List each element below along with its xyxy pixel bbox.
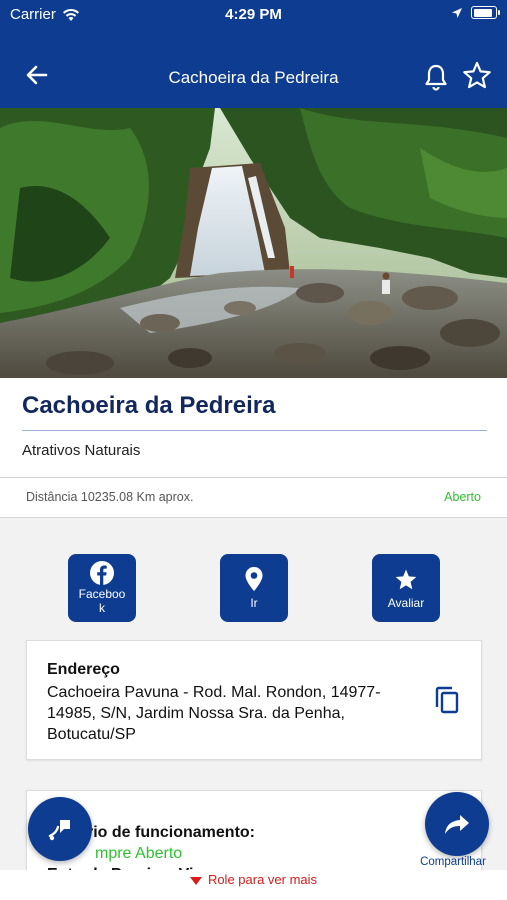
- distance-text: Distância 10235.08 Km aprox.: [26, 490, 194, 504]
- directions-button[interactable]: Ir: [220, 554, 288, 622]
- open-status-badge: Aberto: [444, 490, 481, 504]
- share-arrow-icon: [445, 815, 469, 834]
- voice-assist-button[interactable]: [28, 797, 92, 861]
- share-button[interactable]: [425, 792, 489, 856]
- navigation-bar: Cachoeira da Pedreira: [0, 30, 507, 108]
- address-card: Endereço Cachoeira Pavuna - Rod. Mal. Ro…: [26, 640, 482, 760]
- scroll-hint-text: Role para ver mais: [207, 872, 318, 887]
- address-heading: Endereço: [47, 661, 120, 678]
- copy-icon[interactable]: [433, 685, 461, 715]
- waterfall-photo: [0, 108, 507, 378]
- rate-button[interactable]: Avaliar: [372, 554, 440, 622]
- title-divider: [22, 430, 487, 431]
- place-category: Atrativos Naturais: [22, 442, 141, 459]
- facebook-label-line-1: Faceboo: [78, 587, 126, 601]
- facebook-button[interactable]: Faceboo k: [68, 554, 136, 622]
- scroll-hint: Role para ver mais: [0, 872, 507, 887]
- favorite-star-icon[interactable]: [461, 60, 493, 92]
- voice-assist-icon: [48, 820, 70, 841]
- place-name: Cachoeira da Pedreira: [22, 392, 276, 419]
- status-bar: Carrier 4:29 PM: [0, 0, 507, 30]
- battery-icon: [471, 6, 500, 19]
- address-text: Cachoeira Pavuna - Rod. Mal. Rondon, 149…: [47, 684, 381, 743]
- place-photo: [0, 108, 507, 378]
- facebook-icon: [90, 561, 114, 585]
- caret-down-icon: [189, 876, 202, 885]
- distance-row: Distância 10235.08 Km aprox. Aberto: [0, 478, 507, 518]
- rate-button-label: Avaliar: [387, 596, 425, 610]
- clock: 4:29 PM: [225, 6, 282, 23]
- location-arrow-icon: [452, 7, 462, 18]
- hours-status: mpre Aberto: [95, 845, 183, 862]
- directions-button-label: Ir: [250, 596, 258, 610]
- hours-heading: rio de funcionamento:: [87, 824, 255, 841]
- share-button-label[interactable]: Compartilhar: [408, 856, 498, 868]
- bell-icon[interactable]: [421, 62, 451, 92]
- map-pin-icon: [245, 567, 263, 591]
- place-info: Cachoeira da Pedreira Atrativos Naturais: [0, 378, 507, 478]
- star-icon: [395, 569, 417, 590]
- facebook-button-label: Faceboo k: [72, 587, 132, 615]
- facebook-label-line-2: k: [99, 601, 105, 615]
- scroll-hint-bar: Role para ver mais: [0, 870, 507, 900]
